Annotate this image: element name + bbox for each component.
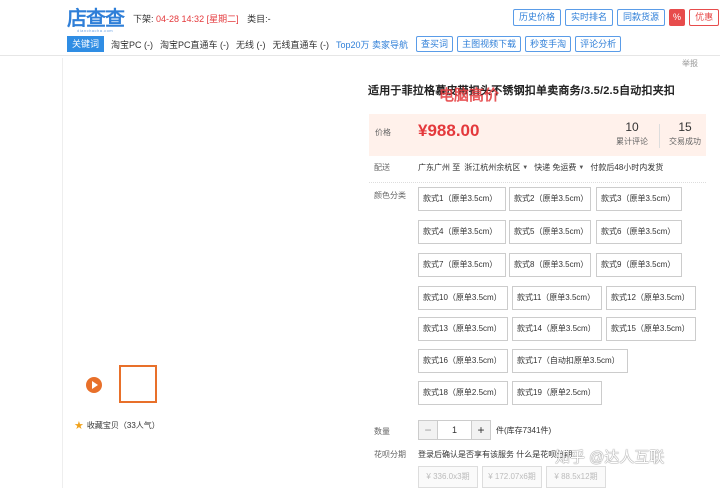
keyword-taobao-pc[interactable]: 淘宝PC (-): [111, 38, 153, 51]
keyword-row: 关键词 淘宝PC (-) 淘宝PC直通车 (-) 无线 (-) 无线直通车 (-…: [67, 36, 622, 52]
sku-option[interactable]: 款式17（自动扣原单3.5cm）: [512, 349, 628, 373]
quantity-label: 数量: [374, 427, 390, 436]
price-box: 价格 ¥988.00 10 累计评论 15 交易成功: [369, 114, 706, 156]
ship-promise: 付款后48小时内发货: [590, 163, 664, 172]
price-label: 价格: [375, 128, 391, 137]
sku-option[interactable]: 款式3（原单3.5cm）: [596, 187, 682, 211]
video-download-button[interactable]: 主图视频下载: [457, 36, 522, 52]
product-main: 举报 适用于菲拉格慕皮带扣头不锈钢扣单卖商务/3.5/2.5自动扣夹扣 价格 ¥…: [62, 58, 720, 488]
history-price-button[interactable]: 历史价格: [513, 9, 562, 26]
stat-divider: [659, 124, 660, 148]
logo-text: 店查查: [67, 6, 125, 30]
category-label: 类目:-: [247, 14, 271, 24]
coupon-button[interactable]: 优惠: [689, 9, 720, 26]
review-count-number: 10: [625, 120, 639, 134]
play-video-icon[interactable]: [86, 377, 102, 393]
color-category-label: 颜色分类: [374, 191, 406, 200]
quantity-stepper: − 1 +: [418, 420, 491, 440]
divider: [369, 182, 706, 183]
overlay-annotation: 电脑高价: [439, 87, 500, 104]
installment-options: ¥ 336.0x3期 ¥ 172.07x6期 ¥ 88.5x12期: [418, 466, 606, 488]
dianchacha-logo[interactable]: 店查查 dianchacha.com: [67, 6, 127, 33]
shelf-info: 下架: 04-28 14:32 [星期二] 类目:-: [133, 12, 271, 25]
favorite-label: 收藏宝贝（33人气）: [86, 421, 160, 430]
report-link[interactable]: 举报: [682, 58, 698, 69]
stock-info: 件(库存7341件): [496, 426, 552, 435]
sku-option[interactable]: 款式4（原单3.5cm）: [418, 220, 506, 244]
installment-label: 花呗分期: [374, 450, 406, 459]
sku-option[interactable]: 款式11（原单3.5cm）: [512, 286, 602, 310]
plugin-toolbar: 店查查 dianchacha.com 下架: 04-28 14:32 [星期二]…: [0, 0, 720, 56]
keyword-wireless-ztc[interactable]: 无线直通车 (-): [273, 38, 330, 51]
decrease-button[interactable]: −: [419, 421, 437, 439]
installment-option[interactable]: ¥ 88.5x12期: [546, 466, 606, 488]
sku-option[interactable]: 款式15（原单3.5cm）: [606, 317, 696, 341]
check-keywords-button[interactable]: 查买词: [416, 36, 454, 52]
review-analysis-button[interactable]: 评论分析: [575, 36, 622, 52]
keyword-wireless[interactable]: 无线 (-): [236, 38, 266, 51]
shipping-row: 配送 广东广州 至 浙江杭州余杭区 ▼ 快递 免运费 ▼ 付款后48小时内发货: [374, 162, 663, 173]
watermark: 知乎 @达人互联: [555, 449, 665, 466]
sku-option[interactable]: 款式10（原单3.5cm）: [418, 286, 508, 310]
shipping-label: 配送: [374, 163, 390, 172]
gallery-thumbnail[interactable]: [119, 365, 157, 403]
shelf-label: 下架:: [133, 14, 154, 24]
review-count[interactable]: 10 累计评论: [616, 120, 648, 147]
sku-option[interactable]: 款式7（原单3.5cm）: [418, 253, 506, 277]
keyword-tab[interactable]: 关键词: [67, 36, 105, 52]
price-value: ¥988.00: [418, 121, 480, 140]
keyword-taobao-pc-ztc[interactable]: 淘宝PC直通车 (-): [160, 38, 229, 51]
sku-option[interactable]: 款式9（原单3.5cm）: [596, 253, 682, 277]
realtime-rank-button[interactable]: 实时排名: [565, 9, 614, 26]
sku-option[interactable]: 款式8（原单3.5cm）: [509, 253, 591, 277]
percent-button[interactable]: %: [669, 9, 686, 26]
ship-method-select[interactable]: 快递 免运费: [534, 162, 576, 173]
star-icon: ★: [74, 420, 84, 432]
deal-count: 15 交易成功: [669, 120, 701, 147]
shelf-date: 04-28 14:32 [星期二]: [156, 14, 239, 24]
sku-option[interactable]: 款式6（原单3.5cm）: [596, 220, 682, 244]
sku-option[interactable]: 款式18（原单2.5cm）: [418, 381, 508, 405]
same-source-button[interactable]: 同款货源: [617, 9, 666, 26]
increase-button[interactable]: +: [472, 421, 490, 439]
sku-option[interactable]: 款式14（原单3.5cm）: [512, 317, 602, 341]
quantity-input[interactable]: 1: [437, 421, 472, 439]
review-count-label: 累计评论: [616, 137, 648, 146]
chevron-down-icon[interactable]: ▼: [578, 165, 584, 171]
sku-option[interactable]: 款式1（原单3.5cm）: [418, 187, 506, 211]
plugin-action-buttons: 历史价格 实时排名 同款货源 % 优惠: [513, 9, 720, 26]
favorite-item[interactable]: ★ 收藏宝贝（33人气）: [74, 419, 160, 432]
deal-count-label: 交易成功: [669, 137, 701, 146]
sku-option[interactable]: 款式13（原单3.5cm）: [418, 317, 508, 341]
sku-option[interactable]: 款式5（原单3.5cm）: [509, 220, 591, 244]
installment-option[interactable]: ¥ 336.0x3期: [418, 466, 478, 488]
top20-seller-nav-link[interactable]: Top20万 卖家导航: [336, 38, 408, 51]
sku-option[interactable]: 款式12（原单3.5cm）: [606, 286, 696, 310]
sku-option[interactable]: 款式19（原单2.5cm）: [512, 381, 602, 405]
ship-from: 广东广州 至: [418, 163, 461, 172]
logo-subtext: dianchacha.com: [77, 28, 114, 33]
sku-option[interactable]: 款式16（原单3.5cm）: [418, 349, 508, 373]
deal-count-number: 15: [678, 120, 692, 134]
mobile-taobao-button[interactable]: 秒变手淘: [525, 36, 572, 52]
chevron-down-icon[interactable]: ▼: [522, 165, 528, 171]
installment-login-hint[interactable]: 登录后确认是否享有该服务 什么是花呗分期: [418, 449, 572, 460]
sku-option[interactable]: 款式2（原单3.5cm）: [509, 187, 591, 211]
installment-option[interactable]: ¥ 172.07x6期: [482, 466, 542, 488]
product-title: 适用于菲拉格慕皮带扣头不锈钢扣单卖商务/3.5/2.5自动扣夹扣: [368, 85, 676, 97]
ship-to-select[interactable]: 浙江杭州余杭区: [464, 162, 520, 173]
